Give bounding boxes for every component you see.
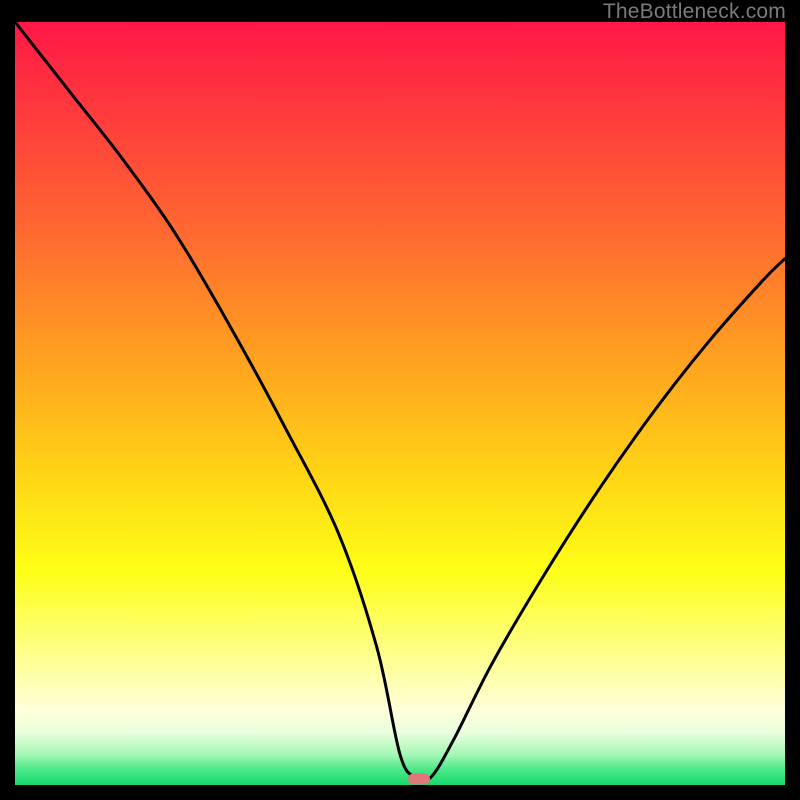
bottleneck-curve xyxy=(15,22,785,785)
optimal-point-marker xyxy=(408,773,430,784)
plot-area xyxy=(15,22,785,785)
watermark-label: TheBottleneck.com xyxy=(603,0,786,24)
chart-frame: TheBottleneck.com xyxy=(0,0,800,800)
